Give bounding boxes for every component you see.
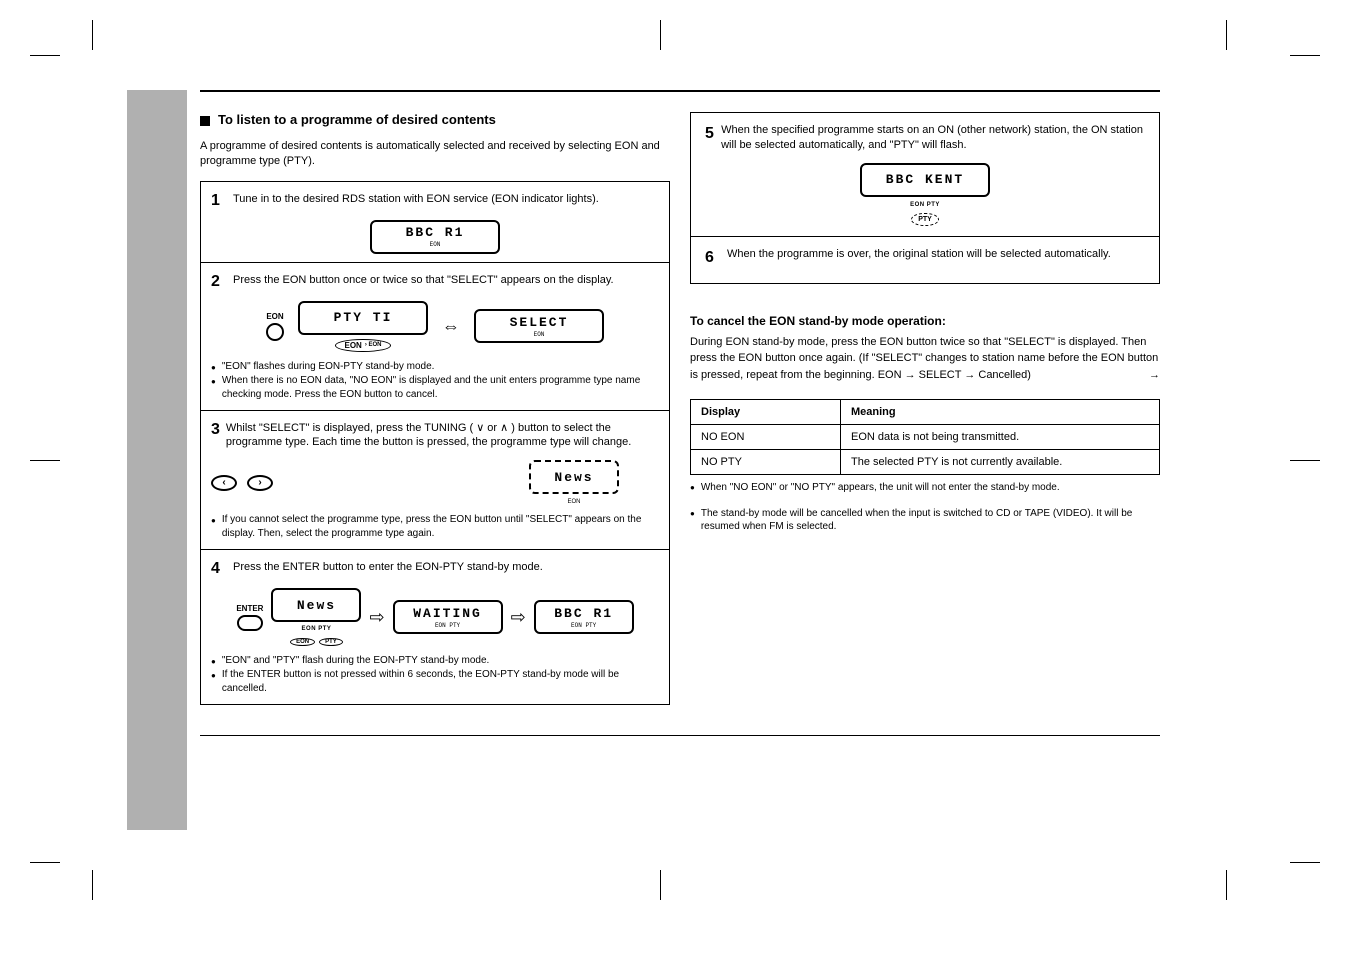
crop-mark [660,870,661,900]
right-step-box: 5 When the specified programme starts on… [690,112,1160,284]
lcd-display: PTY TI [298,301,428,335]
lcd-text: News [297,598,336,613]
crop-mark [1226,870,1227,900]
step-box-3: 3 Whilst "SELECT" is displayed, press th… [200,411,670,551]
table-cell: NO PTY [691,450,841,475]
lcd-sub: EON [430,241,441,248]
cancel-heading: To cancel the EON stand-by mode operatio… [690,314,1160,328]
step-box-2: 2 Press the EON button once or twice so … [200,263,670,411]
lcd-display: BBC R1 EON [370,220,500,254]
right-column: 5 When the specified programme starts on… [690,112,1160,705]
lcd-text: PTY TI [334,310,393,325]
step-text: When the programme is over, the original… [727,247,1111,262]
cancel-text-body: During EON stand-by mode, press the EON … [690,336,1158,381]
lcd-text: BBC R1 [554,606,613,621]
eonpty-label: EON PTY [910,201,940,209]
bullet-item: "EON" flashes during EON-PTY stand-by mo… [211,360,659,374]
pill-text: EON [344,341,361,350]
rule-bottom [200,735,1160,736]
lcd-display: SELECT EON [474,309,604,343]
arrow-right-icon: ⇨ [369,608,384,626]
lcd-display: News [271,588,361,622]
step-box-4: 4 Press the ENTER button to enter the EO… [200,550,670,705]
lcd-sub: EON [534,331,545,338]
eon-pill: EON › EON [335,339,390,352]
table-header: Display [691,400,841,425]
step-text: Press the EON button once or twice so th… [233,273,614,288]
double-arrow-icon: ⇔ [442,317,460,335]
tuning-up-button-icon: › [247,475,273,491]
tuning-down-button-icon: ‹ [211,475,237,491]
crop-mark [30,55,60,56]
section-subtitle: A programme of desired contents is autom… [200,139,670,169]
cancel-text: During EON stand-by mode, press the EON … [690,334,1160,384]
table-header: Meaning [841,400,1160,425]
step-number: 3 [211,421,220,439]
page-content: To listen to a programme of desired cont… [200,90,1160,736]
table-footnote: When "NO EON" or "NO PTY" appears, the u… [690,481,1160,495]
eon-pill: EON [290,638,315,646]
enter-button-figure: ENTER [236,604,263,631]
left-column: To listen to a programme of desired cont… [200,112,670,705]
step-box-1: 1 Tune in to the desired RDS station wit… [200,181,670,263]
lcd-display: News [529,460,619,494]
square-bullet-icon [200,116,210,126]
eon-sub-icon: › EON [365,342,382,348]
lcd-text: SELECT [510,315,569,330]
lcd-display: WAITING EON PTY [393,600,503,634]
eon-button-label: EON [266,312,283,321]
lcd-sub: EON PTY [435,622,460,629]
lcd-sub: EON [567,499,580,505]
step-text: Whilst "SELECT" is displayed, press the … [226,421,659,451]
step-number: 1 [211,192,227,210]
step-number: 2 [211,273,227,291]
oval-button-icon [237,615,263,631]
step-number: 4 [211,560,227,578]
pty-pill: PTY [319,638,343,646]
meaning-table: Display Meaning NO EON EON data is not b… [690,399,1160,475]
step-number: 5 [705,123,715,145]
lcd-display: BBC KENT [860,163,990,197]
lcd-text: WAITING [413,606,482,621]
lcd-text: News [554,470,593,485]
crop-mark [1290,862,1320,863]
step-text: Tune in to the desired RDS station with … [233,192,599,207]
enter-button-label: ENTER [236,604,263,613]
lcd-display: BBC R1 EON PTY [534,600,634,634]
bullet-item: "EON" and "PTY" flash during the EON-PTY… [211,654,659,668]
lcd-sub: EON PTY [571,622,596,629]
bullet-item: When there is no EON data, "NO EON" is d… [211,374,659,402]
crop-mark [30,862,60,863]
circle-icon [266,323,284,341]
arrow-right-small-icon: → [1149,367,1160,384]
bullet-item: If you cannot select the programme type,… [211,513,659,541]
sidebar-grey-strip [127,90,187,830]
crop-mark [1290,460,1320,461]
step-text: When the specified programme starts on a… [721,123,1145,153]
rule-top [200,90,1160,92]
section-title: To listen to a programme of desired cont… [218,112,496,129]
crop-mark [30,460,60,461]
step-number: 6 [705,247,721,269]
eon-button-figure: EON [266,312,284,341]
lcd-text: BBC R1 [406,225,465,240]
pty-flash-icon: PTY [911,213,939,226]
table-cell: The selected PTY is not currently availa… [841,450,1160,475]
bullet-item: If the ENTER button is not pressed withi… [211,668,659,696]
arrow-right-icon: ⇨ [511,608,526,626]
cancel-footnote: The stand-by mode will be cancelled when… [690,507,1160,534]
crop-mark [92,870,93,900]
table-cell: NO EON [691,425,841,450]
crop-mark [92,20,93,50]
crop-mark [1226,20,1227,50]
table-cell: EON data is not being transmitted. [841,425,1160,450]
eonpty-label: EON PTY [302,626,332,632]
crop-mark [1290,55,1320,56]
step-text: Press the ENTER button to enter the EON-… [233,560,543,575]
lcd-text: BBC KENT [886,171,964,189]
crop-mark [660,20,661,50]
